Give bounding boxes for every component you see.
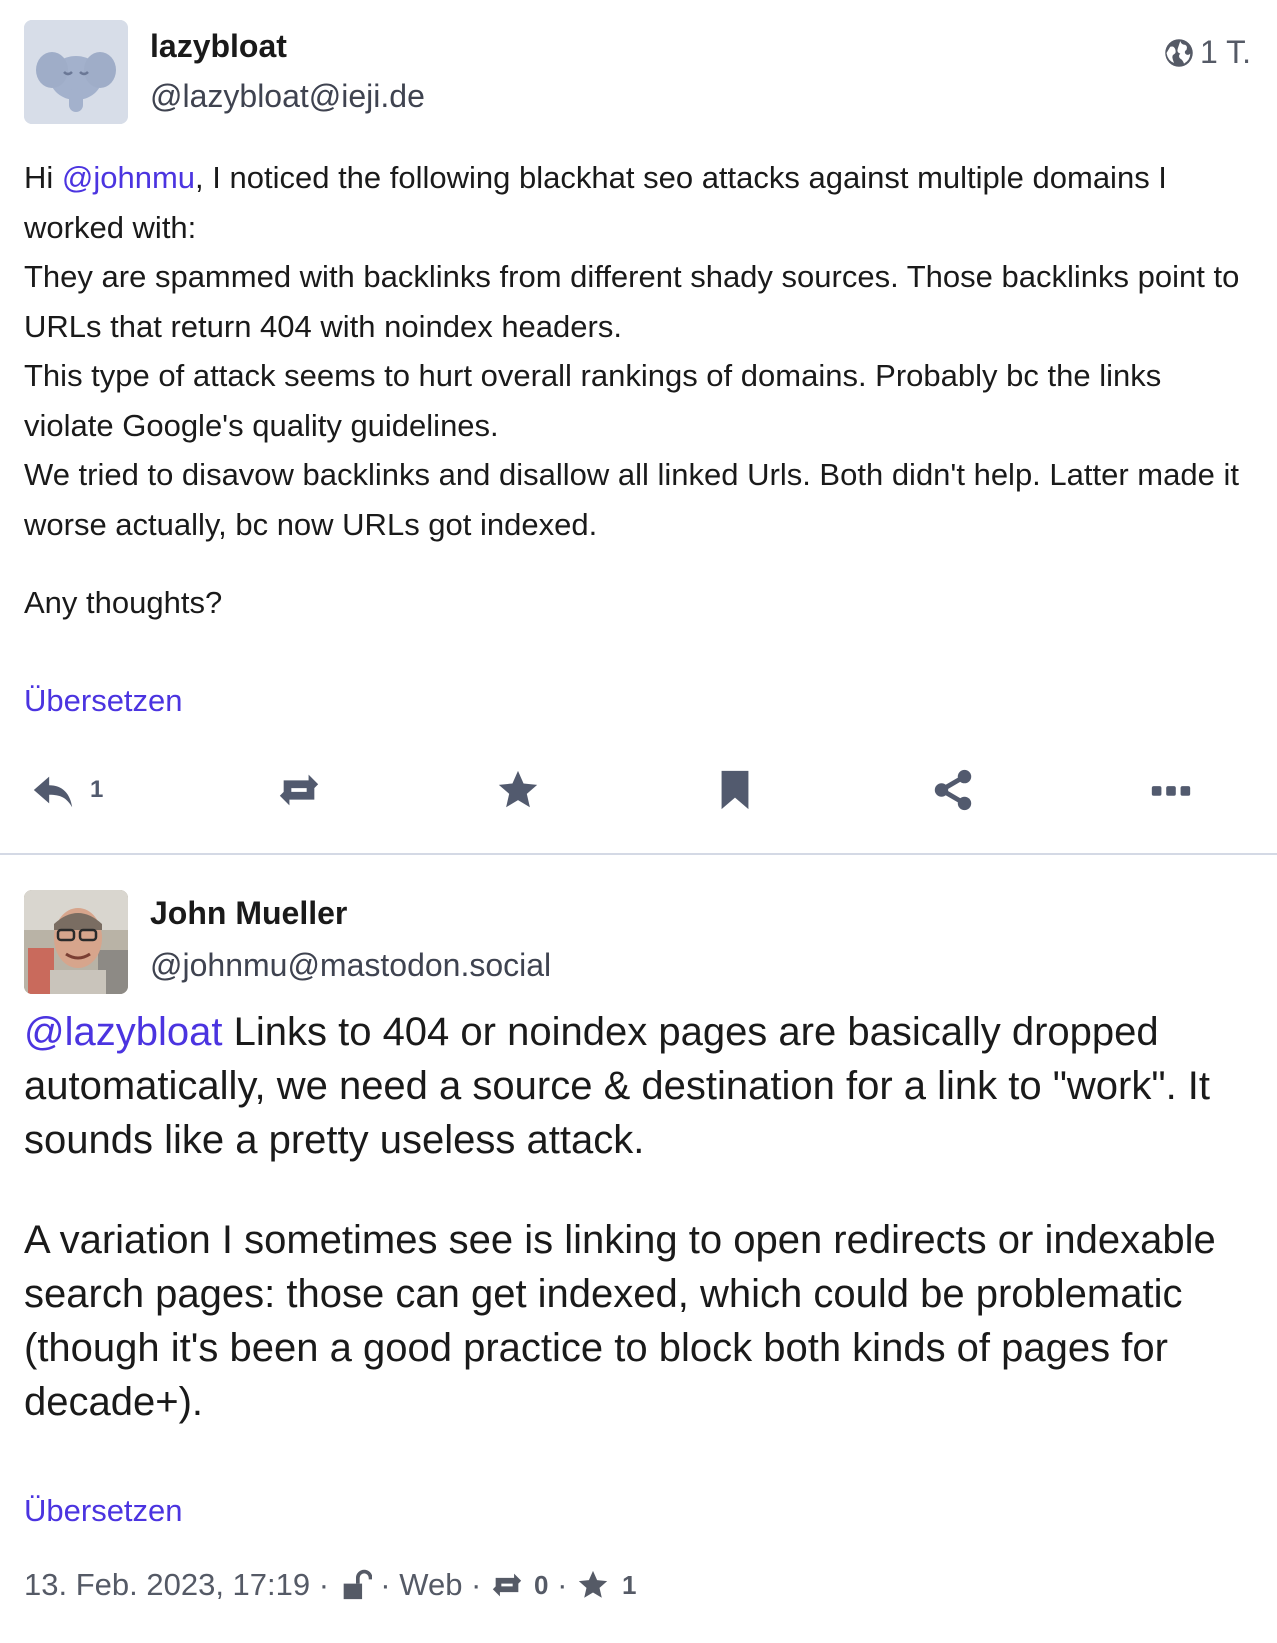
translate-link[interactable]: Übersetzen <box>24 683 183 719</box>
status-footer: 13. Feb. 2023, 17:19 · · Web · 0 · 1 <box>24 1567 637 1603</box>
mastodon-elephant-avatar-icon <box>24 20 128 124</box>
content-paragraph: Hi @johnmu, I noticed the following blac… <box>24 153 1254 549</box>
separator: · <box>462 1567 490 1602</box>
more-button[interactable] <box>1148 760 1194 820</box>
status-meta: 1 T. <box>1164 34 1251 71</box>
mention-link[interactable]: @johnmu <box>62 160 195 195</box>
avatar[interactable] <box>24 20 128 124</box>
boost-icon <box>279 774 319 806</box>
timestamp-link[interactable]: 13. Feb. 2023, 17:19 <box>24 1567 310 1603</box>
content-text: , I noticed the following blackhat seo a… <box>24 160 1167 245</box>
application-name[interactable]: Web <box>399 1567 462 1603</box>
unlock-icon <box>343 1569 372 1600</box>
relative-time[interactable]: 1 T. <box>1200 34 1251 71</box>
status-content: Hi @johnmu, I noticed the following blac… <box>24 153 1254 628</box>
reply-count: 1 <box>90 776 104 803</box>
account-handle[interactable]: @johnmu@mastodon.social <box>150 947 551 984</box>
status-lazybloat: lazybloat @lazybloat@ieji.de 1 T. Hi @jo… <box>0 0 1277 854</box>
boost-icon <box>492 1573 522 1597</box>
reply-icon <box>33 776 73 808</box>
boost-count[interactable]: 0 <box>534 1570 548 1601</box>
more-icon <box>1151 786 1191 796</box>
translate-link[interactable]: Übersetzen <box>24 1493 183 1529</box>
globe-icon <box>1165 38 1193 67</box>
profile-photo-avatar-icon <box>24 890 128 994</box>
share-icon <box>934 769 972 811</box>
status-content: @lazybloat Links to 404 or noindex pages… <box>24 1005 1254 1429</box>
bookmark-button[interactable] <box>712 760 758 820</box>
share-button[interactable] <box>930 760 976 820</box>
star-icon <box>498 770 538 808</box>
boost-button[interactable] <box>276 760 322 820</box>
mention-link[interactable]: @lazybloat <box>24 1010 222 1054</box>
favourite-button[interactable] <box>495 760 541 820</box>
display-name[interactable]: John Mueller <box>150 895 347 932</box>
separator: · <box>310 1567 338 1602</box>
bookmark-icon <box>721 770 749 810</box>
greeting-text: Hi <box>24 160 62 195</box>
separator: · <box>548 1567 577 1602</box>
separator: · <box>371 1567 400 1602</box>
action-bar: 1 <box>0 760 1277 820</box>
content-paragraph: Any thoughts? <box>24 585 223 620</box>
avatar[interactable] <box>24 890 128 994</box>
content-text: They are spammed with backlinks from dif… <box>24 259 1240 542</box>
content-paragraph: A variation I sometimes see is linking t… <box>24 1218 1216 1424</box>
content-paragraph: @lazybloat Links to 404 or noindex pages… <box>24 1005 1254 1167</box>
favourite-count[interactable]: 1 <box>622 1570 636 1601</box>
account-handle[interactable]: @lazybloat@ieji.de <box>150 78 425 115</box>
star-icon <box>578 1570 608 1598</box>
status-johnmu: John Mueller @johnmu@mastodon.social @la… <box>0 855 1277 1643</box>
display-name[interactable]: lazybloat <box>150 28 287 65</box>
reply-button[interactable]: 1 <box>30 760 103 820</box>
